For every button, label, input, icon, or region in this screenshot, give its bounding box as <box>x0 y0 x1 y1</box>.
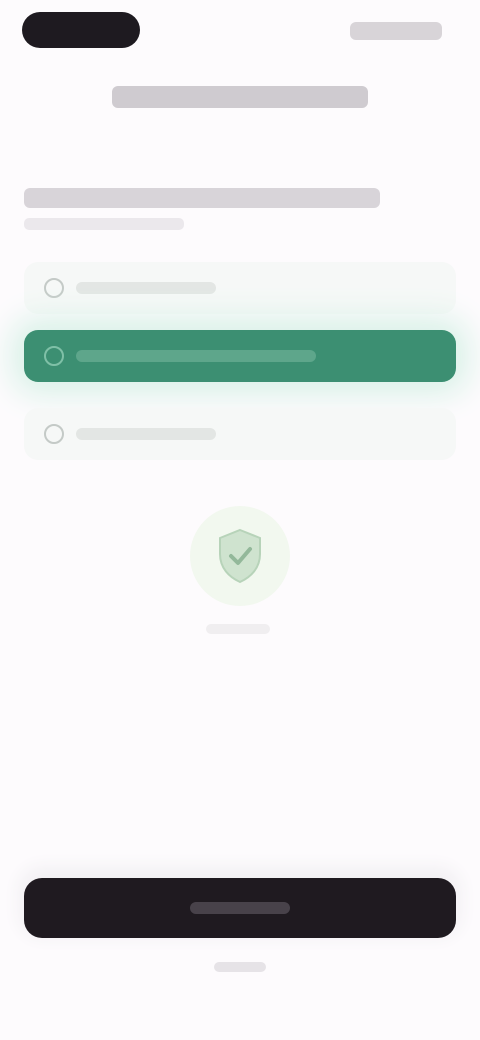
radio-icon <box>44 424 64 444</box>
status-icons <box>350 22 442 40</box>
question-heading <box>24 188 380 208</box>
option-3[interactable] <box>24 408 456 460</box>
app-screen <box>0 0 480 1040</box>
illustration-caption <box>206 624 270 634</box>
option-label <box>76 282 216 294</box>
option-2-selected[interactable] <box>24 330 456 382</box>
continue-button[interactable] <box>24 878 456 938</box>
radio-selected-icon <box>44 346 64 366</box>
shield-icon <box>219 528 261 584</box>
option-label <box>76 350 316 362</box>
question-subtitle <box>24 218 184 230</box>
option-label <box>76 428 216 440</box>
page-title <box>112 86 368 108</box>
dynamic-island <box>22 12 140 48</box>
continue-button-label <box>190 902 290 914</box>
radio-icon <box>44 278 64 298</box>
footer-link[interactable] <box>214 962 266 972</box>
shield-check-icon <box>190 506 290 606</box>
option-1[interactable] <box>24 262 456 314</box>
